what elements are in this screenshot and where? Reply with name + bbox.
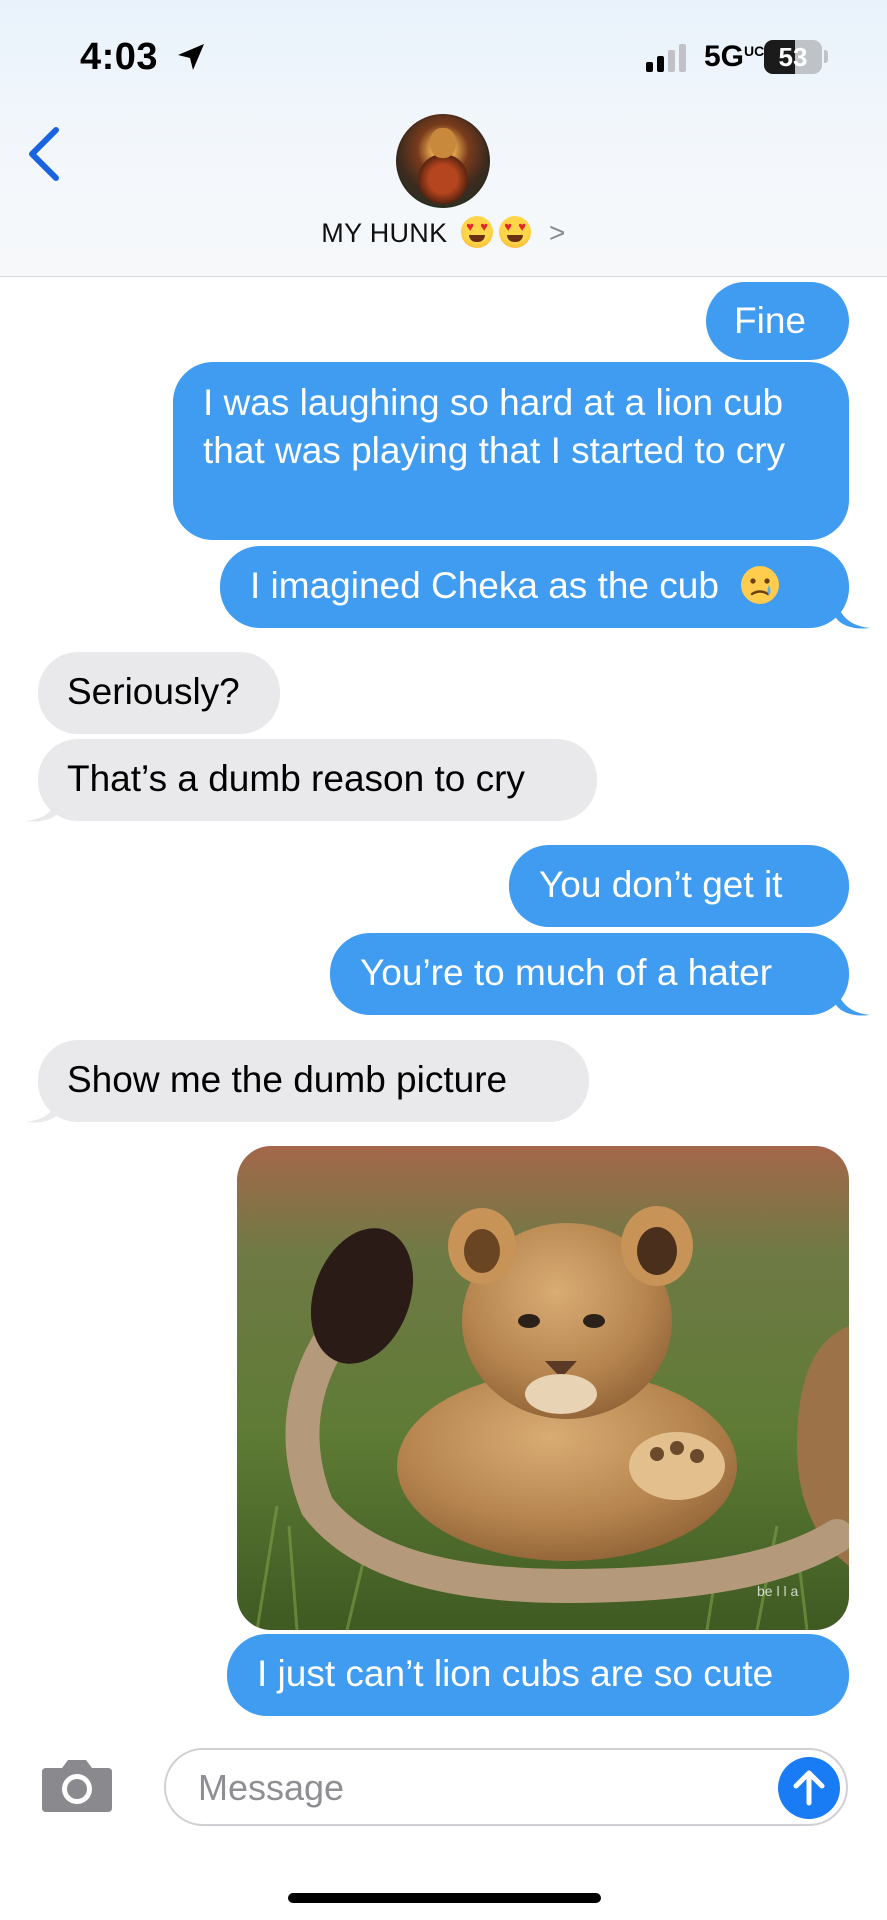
battery-tip xyxy=(824,50,828,63)
photo-watermark: be l l a xyxy=(757,1583,798,1599)
conversation-header: 4:03 5GUC 53 MY HUNK > xyxy=(0,0,887,277)
back-chevron-icon[interactable] xyxy=(24,124,64,184)
message-input-container xyxy=(164,1748,848,1826)
send-button[interactable] xyxy=(778,1757,840,1819)
battery-percent: 53 xyxy=(778,42,808,72)
message-text: You’re to much of a hater xyxy=(360,952,773,993)
message-text: I was laughing so hard at a lion cub tha… xyxy=(203,382,786,471)
status-time: 4:03 xyxy=(80,36,159,78)
message-text: Seriously? xyxy=(67,671,240,712)
contact-name-button[interactable]: MY HUNK > xyxy=(0,216,887,249)
bubble-tail xyxy=(836,987,870,1016)
heart-eyes-emoji-icon xyxy=(499,216,532,248)
message-text: You don’t get it xyxy=(539,864,783,905)
message-bubble-outgoing[interactable]: I was laughing so hard at a lion cub tha… xyxy=(173,362,849,540)
message-bubble-incoming[interactable]: Seriously? xyxy=(38,652,280,734)
message-text: I imagined Cheka as the cub xyxy=(250,565,719,606)
message-bubble-outgoing[interactable]: Fine xyxy=(706,282,849,360)
lion-cub-photo[interactable]: be l l a xyxy=(237,1146,849,1630)
contact-avatar[interactable] xyxy=(396,114,490,208)
bubble-tail xyxy=(836,600,870,629)
cellular-signal-icon xyxy=(646,44,686,72)
bubble-tail xyxy=(26,1094,60,1123)
message-text: I just can’t lion cubs are so cute xyxy=(257,1653,774,1694)
message-bubble-incoming[interactable]: Show me the dumb picture xyxy=(38,1040,589,1122)
battery-icon: 53 xyxy=(764,40,822,74)
message-text: Show me the dumb picture xyxy=(67,1059,508,1100)
arrow-up-icon xyxy=(793,1770,825,1806)
message-bubble-incoming[interactable]: That’s a dumb reason to cry xyxy=(38,739,597,821)
location-arrow-icon xyxy=(178,44,204,70)
message-bubble-outgoing[interactable]: I imagined Cheka as the cub xyxy=(220,546,849,628)
message-text: Fine xyxy=(734,300,806,341)
bubble-tail xyxy=(26,793,60,822)
tearful-smile-emoji-icon xyxy=(741,566,780,604)
network-type: 5GUC xyxy=(704,40,765,73)
network-uc-label: UC xyxy=(744,43,765,59)
message-text: That’s a dumb reason to cry xyxy=(67,758,525,799)
contact-name: MY HUNK xyxy=(321,218,448,248)
message-input[interactable] xyxy=(196,1760,740,1816)
heart-eyes-emoji-icon xyxy=(461,216,494,248)
camera-icon[interactable] xyxy=(40,1756,114,1814)
home-indicator[interactable] xyxy=(288,1893,601,1903)
message-bubble-outgoing[interactable]: You’re to much of a hater xyxy=(330,933,849,1015)
message-bubble-outgoing[interactable]: I just can’t lion cubs are so cute xyxy=(227,1634,849,1716)
chevron-right-icon: > xyxy=(549,217,566,248)
message-bubble-outgoing[interactable]: You don’t get it xyxy=(509,845,849,927)
